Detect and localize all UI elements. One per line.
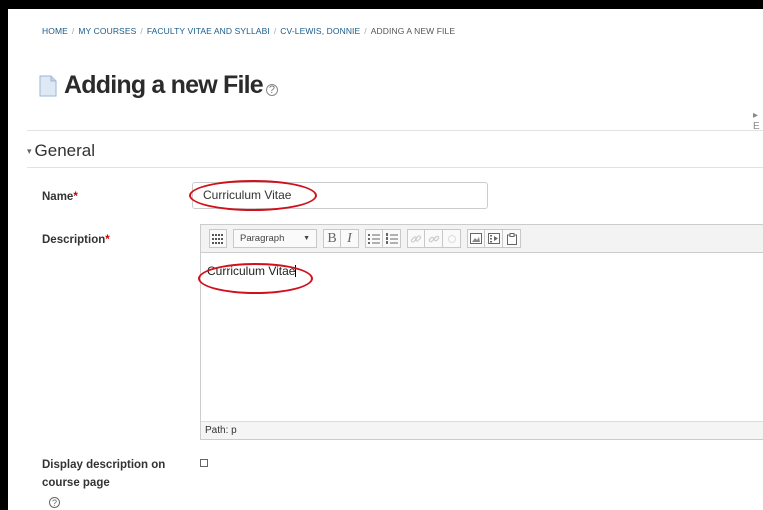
toolbar-group-format: Paragraph ▼ xyxy=(233,229,317,248)
expand-all-link[interactable]: ▸ E xyxy=(753,110,763,132)
image-icon[interactable] xyxy=(467,229,485,248)
bold-button[interactable]: B xyxy=(323,229,341,248)
breadcrumb-separator: / xyxy=(273,26,277,36)
breadcrumb-separator: / xyxy=(364,26,367,36)
dropdown-arrow-icon: ▼ xyxy=(303,235,310,242)
italic-button[interactable]: I xyxy=(341,229,359,248)
display-description-label-line1: Display description on xyxy=(42,459,166,471)
name-label: Name* xyxy=(42,191,78,203)
toolbar-group-lists xyxy=(365,229,401,248)
display-description-checkbox[interactable] xyxy=(200,459,208,467)
page-frame: HOME / MY COURSES / FACULTY VITAE AND SYLLAB… xyxy=(8,9,763,510)
breadcrumb-current: ADDING A NEW FILE xyxy=(370,26,456,36)
toolbar-group-links xyxy=(407,229,461,248)
section-header-general[interactable]: ▾ General xyxy=(27,135,763,168)
description-label-text: Description xyxy=(42,234,106,246)
breadcrumb-item-home[interactable]: HOME xyxy=(42,26,68,36)
manage-files-icon[interactable] xyxy=(503,229,521,248)
format-select-value: Paragraph xyxy=(240,233,285,244)
breadcrumb-item-section[interactable]: CV-LEWIS, DONNIE xyxy=(280,26,360,36)
description-label: Description* xyxy=(42,234,110,246)
page-title-row: Adding a new File ? xyxy=(38,71,278,100)
display-description-label: Display description on course page xyxy=(42,456,165,492)
toolbar-toggle-icon[interactable] xyxy=(209,229,227,248)
breadcrumb-item-course[interactable]: FACULTY VITAE AND SYLLABI xyxy=(147,26,270,36)
help-icon[interactable]: ? xyxy=(265,83,278,96)
file-icon xyxy=(38,75,58,97)
paragraph-format-select[interactable]: Paragraph ▼ xyxy=(233,229,317,248)
toolbar-group-style: B I xyxy=(323,229,359,248)
toolbar-group-toggle xyxy=(209,229,227,248)
annotation-circle-description xyxy=(198,263,313,294)
numbered-list-icon[interactable] xyxy=(383,229,401,248)
breadcrumb-separator: / xyxy=(140,26,143,36)
unlink-icon[interactable] xyxy=(425,229,443,248)
bullet-list-icon[interactable] xyxy=(365,229,383,248)
required-marker: * xyxy=(73,191,78,203)
link-icon[interactable] xyxy=(407,229,425,248)
breadcrumb-separator: / xyxy=(71,26,75,36)
annotation-circle-name xyxy=(189,180,317,211)
help-icon[interactable]: ? xyxy=(49,497,60,508)
section-title: General xyxy=(34,141,96,160)
anchor-icon[interactable] xyxy=(443,229,461,248)
display-description-label-line2: course page xyxy=(42,477,110,489)
breadcrumb: HOME / MY COURSES / FACULTY VITAE AND SYLLAB… xyxy=(42,26,455,36)
toolbar-group-media xyxy=(467,229,521,248)
divider xyxy=(27,130,763,131)
name-label-text: Name xyxy=(42,191,74,203)
page-title: Adding a new File xyxy=(64,71,264,99)
required-marker: * xyxy=(105,234,110,246)
media-icon[interactable] xyxy=(485,229,503,248)
editor-toolbar: Paragraph ▼ B I xyxy=(201,225,763,253)
caret-down-icon: ▾ xyxy=(27,145,32,156)
breadcrumb-item-my-courses[interactable]: MY COURSES xyxy=(78,26,136,36)
editor-path-bar: Path: p xyxy=(201,421,763,439)
description-editor: Paragraph ▼ B I Curriculum Vitae Path: p xyxy=(200,224,763,440)
